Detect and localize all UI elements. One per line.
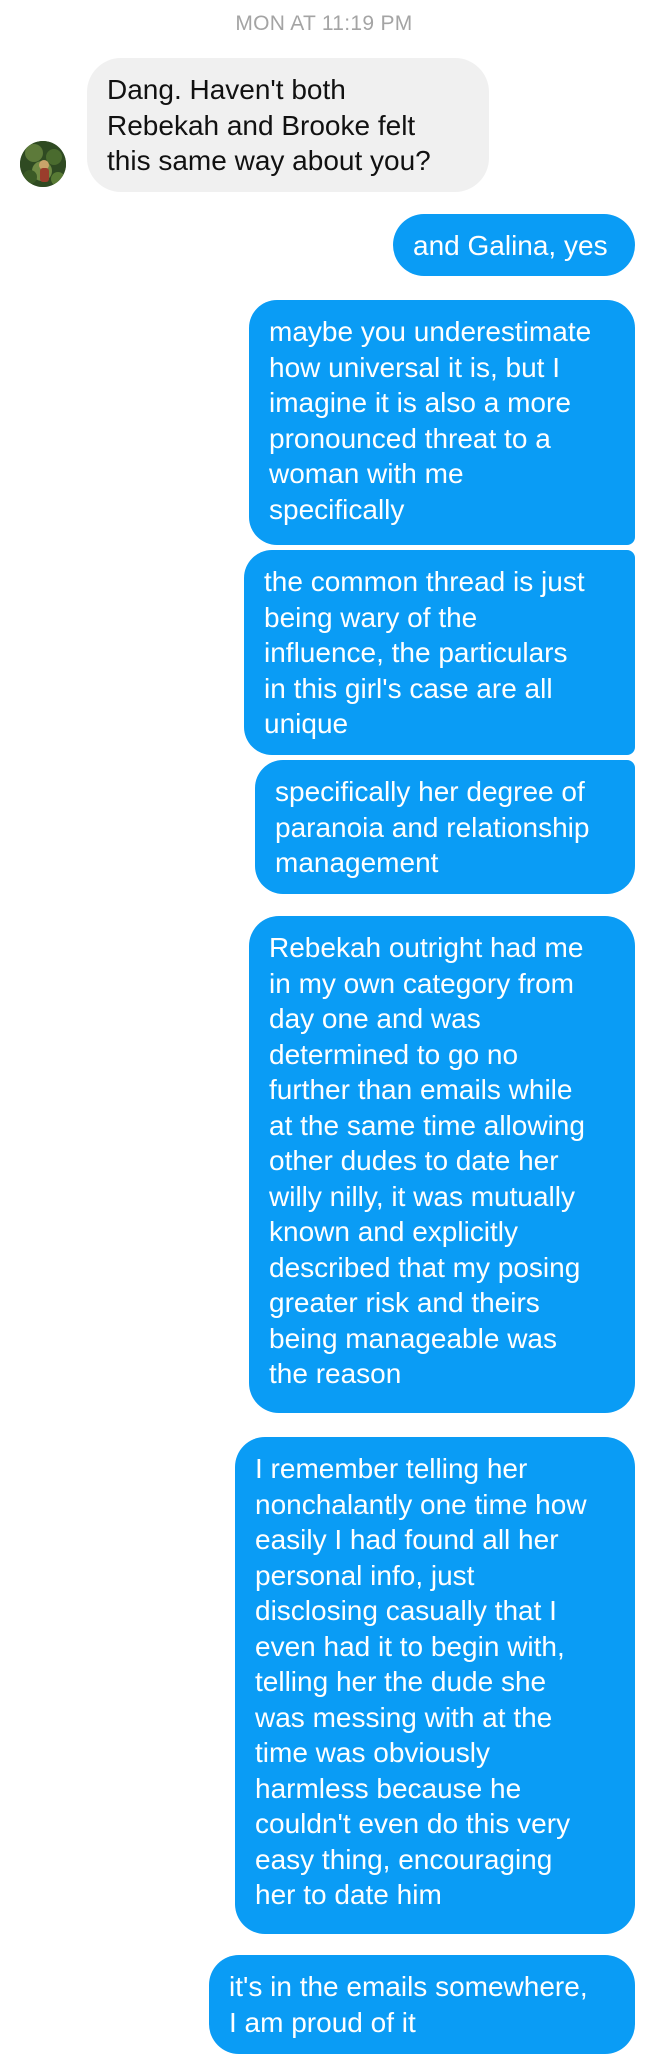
message-bubble-outgoing[interactable]: specifically her degree of paranoia and … [255,760,635,894]
message-bubble-outgoing[interactable]: the common thread is just being wary of … [244,550,635,755]
message-bubble-outgoing[interactable]: I remember telling her nonchalantly one … [235,1437,635,1934]
avatar-photo [20,141,66,187]
message-bubble-outgoing[interactable]: it's in the emails somewhere, I am proud… [209,1955,635,2054]
conversation-timestamp: MON AT 11:19 PM [235,12,413,35]
message-bubble-outgoing[interactable]: Rebekah outright had me in my own catego… [249,916,635,1413]
message-bubble-outgoing[interactable]: maybe you underestimate how universal it… [249,300,635,545]
message-bubble-outgoing[interactable]: and Galina, yes [393,214,635,276]
message-bubble-incoming[interactable]: Dang. Haven't both Rebekah and Brooke fe… [87,58,489,192]
contact-avatar[interactable] [20,141,66,187]
